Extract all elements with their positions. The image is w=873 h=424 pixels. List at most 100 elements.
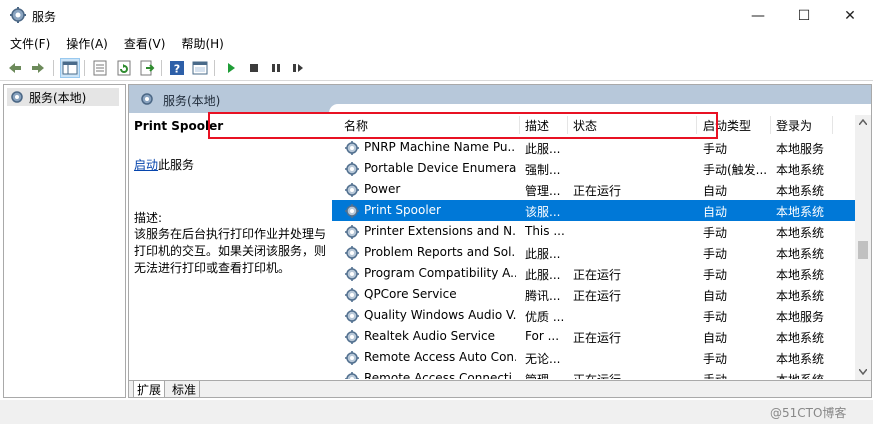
service-row[interactable]: Realtek Audio Service For ... 正在运行 自动 本地系统 [332,326,862,347]
service-row[interactable]: Remote Access Auto Con... 无论... 手动 本地系统 [332,347,862,368]
cell-logon: 本地系统 [776,352,825,366]
cell-startup: 手动 [703,268,728,282]
properties-icon [93,60,107,76]
maximize-button[interactable]: ☐ [781,0,827,31]
pane-title: 服务(本地) [163,94,221,108]
column-header-logon-as[interactable]: 登录为 [776,116,812,134]
refresh-icon [117,60,131,76]
menu-help[interactable]: 帮助(H) [175,35,229,52]
status-bar [0,400,873,424]
cell-startup: 自动 [703,331,728,345]
back-icon [9,63,21,73]
service-row[interactable]: Print Spooler 该服... 自动 本地系统 [332,200,862,221]
show-tree-button[interactable] [60,58,80,78]
cell-desc: For ... [525,329,560,343]
help-button[interactable]: ? [167,58,187,78]
service-gear-icon [345,162,359,176]
cell-startup: 自动 [703,205,728,219]
description-panel: Print Spooler 启动此服务 描述: 该服务在后台执行打印作业并处理与… [134,119,330,277]
svg-text:?: ? [174,63,180,76]
maximize-icon: ☐ [797,7,811,24]
tree-item-services-local[interactable]: 服务(本地) [7,88,119,106]
service-row[interactable]: Printer Extensions and N... This ... 手动 本地系… [332,221,862,242]
services-gear-icon [141,93,153,105]
service-row[interactable]: QPCore Service 腾讯... 正在运行 自动 本地系统 [332,284,862,305]
tab-standard[interactable]: 标准 [169,381,201,397]
menu-file[interactable]: 文件(F) [4,35,56,52]
service-gear-icon [345,225,359,239]
cell-startup: 手动(触发... [703,163,768,177]
console-icon [192,61,208,75]
start-service-line: 启动此服务 [134,156,330,173]
cell-startup: 手动 [703,310,728,324]
scrollbar-thumb[interactable] [858,241,868,259]
scroll-down-icon[interactable] [859,369,867,375]
tab-extended[interactable]: 扩展 [133,381,166,397]
start-icon [228,63,235,73]
cell-status: 正在运行 [573,371,693,379]
close-icon: ✕ [844,7,856,24]
service-row[interactable]: PNRP Machine Name Pu... 此服... 手动 本地服务 [332,137,862,158]
start-service-link[interactable]: 启动 [134,158,158,172]
cell-logon: 本地系统 [776,205,825,219]
cell-desc: 此服... [525,268,561,282]
services-list: ^ 名称 描述 状态 启动类型 登录为 PNRP Machine Name Pu… [332,113,862,379]
cell-status: 正在运行 [573,184,622,198]
service-row[interactable]: Program Compatibility A... 此服... 正在运行 手动 本地系… [332,263,862,284]
cell-logon: 本地服务 [776,310,825,324]
window-title: 服务 [32,10,57,24]
service-gear-icon [345,330,359,344]
service-row[interactable]: Quality Windows Audio V... 优质 ... 手动 本地服务 [332,305,862,326]
services-gear-icon [10,7,26,23]
cell-logon: 本地系统 [776,226,825,240]
back-button[interactable] [5,58,25,78]
cell-name: Problem Reports and Sol... [364,245,516,259]
cell-status: 正在运行 [573,289,622,303]
menu-bar: 文件(F) 操作(A) 查看(V) 帮助(H) [0,33,873,53]
restart-service-button[interactable] [288,58,308,78]
cell-name: Power [364,182,401,196]
console-button[interactable] [190,58,210,78]
menu-view[interactable]: 查看(V) [118,35,172,52]
cell-name: PNRP Machine Name Pu... [364,140,516,154]
service-row[interactable]: Remote Access Connecti... 管理... 正在运行 手动本地系统 [332,368,862,379]
cell-desc: 腾讯... [525,289,561,303]
export-icon [140,60,155,76]
cell-desc: 管理... [525,184,561,198]
help-icon: ? [170,61,184,76]
stop-service-button[interactable] [244,58,264,78]
service-row[interactable]: Power 管理... 正在运行 自动 本地系统 [332,179,862,200]
cell-desc: 此服... [525,247,561,261]
cell-startup: 手动 [703,226,728,240]
menu-action[interactable]: 操作(A) [60,35,114,52]
pause-icon [272,64,280,72]
cell-desc: 强制... [525,163,561,177]
cell-logon: 本地系统 [776,371,832,379]
properties-button[interactable] [90,58,110,78]
cell-desc: 此服... [525,142,561,156]
export-button[interactable] [137,58,157,78]
forward-button[interactable] [28,58,48,78]
cell-desc: 无论... [525,352,561,366]
cell-startup: 手动 [703,142,728,156]
cell-status: 正在运行 [573,268,622,282]
service-row[interactable]: Portable Device Enumera... 强制... 手动(触发... 本… [332,158,862,179]
minimize-button[interactable]: — [735,0,781,31]
cell-name: Program Compatibility A... [364,266,516,280]
pause-service-button[interactable] [266,58,286,78]
cell-name: Remote Access Connecti... [364,371,516,379]
service-gear-icon [345,309,359,323]
service-gear-icon [345,204,359,218]
service-gear-icon [345,183,359,197]
service-row[interactable]: Problem Reports and Sol... 此服... 手动 本地系统 [332,242,862,263]
vertical-scrollbar[interactable] [855,115,871,381]
cell-status: 正在运行 [573,331,622,345]
forward-icon [32,63,44,73]
cell-startup: 手动 [703,247,728,261]
close-button[interactable]: ✕ [827,0,873,31]
start-service-button[interactable] [221,58,241,78]
cell-logon: 本地系统 [776,289,825,303]
refresh-button[interactable] [114,58,134,78]
stop-icon [250,64,258,72]
scroll-up-icon[interactable] [859,119,867,125]
